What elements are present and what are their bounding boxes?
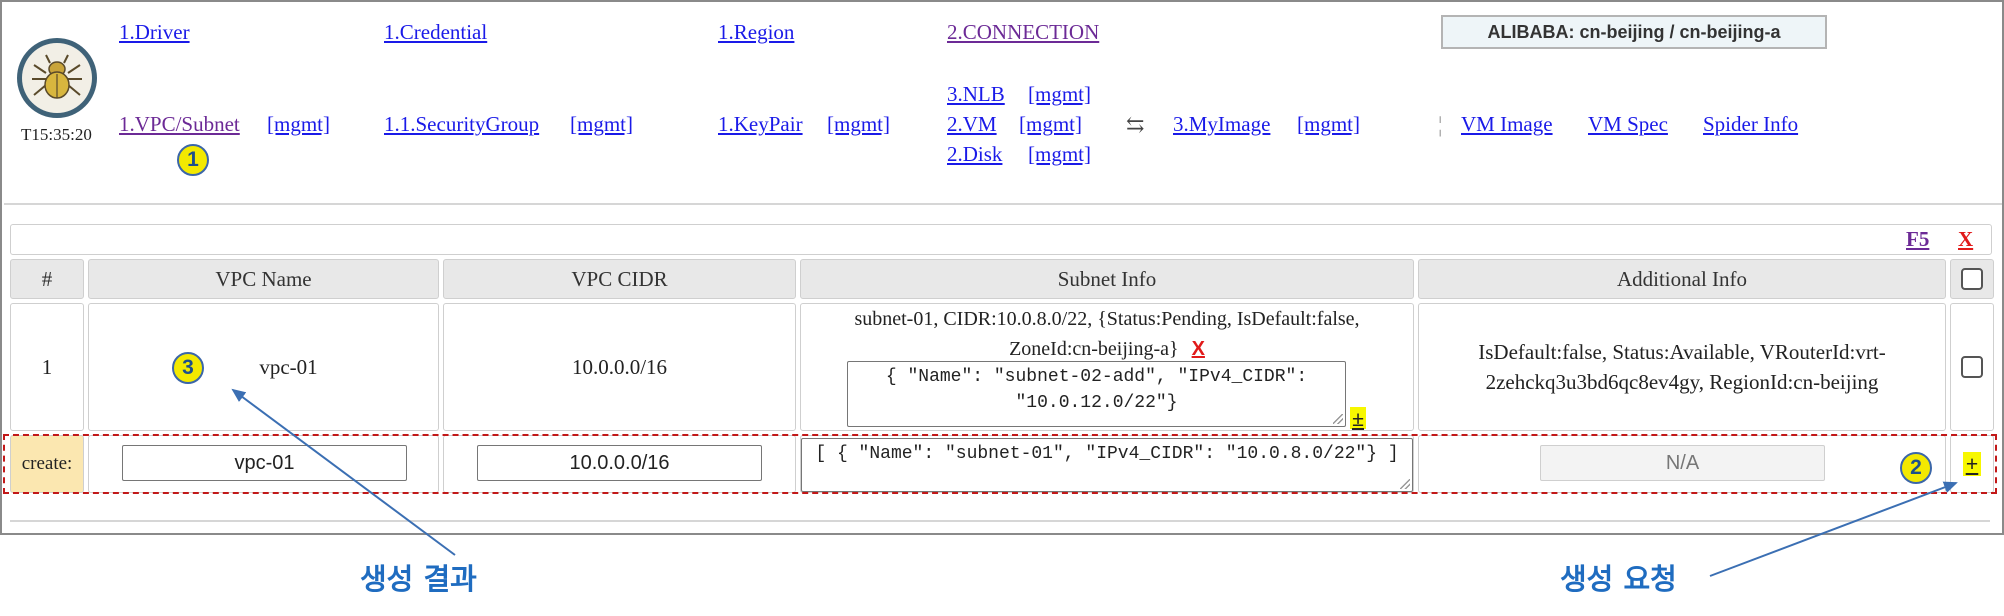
add-subnet-button[interactable]: ± bbox=[1350, 407, 1366, 431]
security-group-mgmt-link[interactable]: [mgmt] bbox=[570, 112, 633, 137]
myimage-mgmt-link[interactable]: [mgmt] bbox=[1297, 112, 1360, 137]
row-select-cell bbox=[1950, 303, 1994, 431]
vm-spec-link[interactable]: VM Spec bbox=[1588, 112, 1668, 137]
delete-subnet-button[interactable]: X bbox=[1192, 338, 1205, 360]
vpc-name-cell: vpc-01 bbox=[88, 303, 439, 431]
column-header-vpc-name: VPC Name bbox=[88, 259, 439, 299]
column-header-select bbox=[1950, 259, 1994, 299]
add-subnet-textarea-value: { "Name": "subnet-02-add", "IPv4_CIDR": … bbox=[885, 367, 1308, 413]
connection-link[interactable]: 2.CONNECTION bbox=[947, 20, 1099, 45]
annotation-marker-3: 3 bbox=[172, 352, 204, 384]
connection-badge: ALIBABA: cn-beijing / cn-beijing-a bbox=[1441, 15, 1827, 49]
driver-link[interactable]: 1.Driver bbox=[119, 20, 190, 45]
create-row-highlight bbox=[3, 434, 1997, 494]
column-header-index: # bbox=[10, 259, 84, 299]
keypair-mgmt-link[interactable]: [mgmt] bbox=[827, 112, 890, 137]
annotation-marker-1: 1 bbox=[177, 144, 209, 176]
vm-image-link[interactable]: VM Image bbox=[1461, 112, 1553, 137]
cb-spider-logo[interactable] bbox=[17, 38, 97, 118]
swap-arrows-icon: ⇆ bbox=[1126, 112, 1145, 137]
table-toolbar bbox=[10, 224, 1992, 255]
vpc-name-value: vpc-01 bbox=[259, 354, 318, 379]
vpc-cidr-cell: 10.0.0.0/16 bbox=[443, 303, 796, 431]
spider-icon bbox=[22, 43, 92, 113]
request-annotation: 생성 요청 bbox=[1560, 562, 1677, 596]
column-header-vpc-cidr: VPC CIDR bbox=[443, 259, 796, 299]
table-bottom-divider bbox=[10, 520, 1990, 522]
link-divider: ¦ bbox=[1438, 112, 1443, 137]
subnet-info-text: subnet-01, CIDR:10.0.8.0/22, {Status:Pen… bbox=[854, 308, 1360, 360]
row-checkbox[interactable] bbox=[1961, 356, 1983, 378]
disk-mgmt-link[interactable]: [mgmt] bbox=[1028, 142, 1091, 167]
additional-info-cell: IsDefault:false, Status:Available, VRout… bbox=[1418, 303, 1946, 431]
column-header-subnet-info: Subnet Info bbox=[800, 259, 1414, 299]
nlb-mgmt-link[interactable]: [mgmt] bbox=[1028, 82, 1091, 107]
subnet-info-cell: subnet-01, CIDR:10.0.8.0/22, {Status:Pen… bbox=[800, 303, 1414, 431]
vpc-mgmt-link[interactable]: [mgmt] bbox=[267, 112, 330, 137]
annotation-marker-2: 2 bbox=[1900, 452, 1932, 484]
security-group-link[interactable]: 1.1.SecurityGroup bbox=[384, 112, 539, 137]
spider-info-link[interactable]: Spider Info bbox=[1703, 112, 1798, 137]
clock-text: T15:35:20 bbox=[21, 125, 92, 144]
resize-grip-icon[interactable] bbox=[1333, 414, 1343, 424]
region-link[interactable]: 1.Region bbox=[718, 20, 794, 45]
result-annotation: 생성 결과 bbox=[360, 562, 477, 596]
refresh-button[interactable]: F5 bbox=[1906, 227, 1929, 252]
credential-link[interactable]: 1.Credential bbox=[384, 20, 487, 45]
vm-link[interactable]: 2.VM bbox=[947, 112, 997, 137]
myimage-link[interactable]: 3.MyImage bbox=[1173, 112, 1270, 137]
disk-link[interactable]: 2.Disk bbox=[947, 142, 1002, 167]
close-button[interactable]: X bbox=[1958, 227, 1973, 252]
cb-spider-admin-panel: T15:35:20 1.Driver 1.Credential 1.Region… bbox=[0, 0, 2004, 535]
add-subnet-textarea[interactable]: { "Name": "subnet-02-add", "IPv4_CIDR": … bbox=[847, 361, 1346, 427]
vm-mgmt-link[interactable]: [mgmt] bbox=[1019, 112, 1082, 137]
header-divider bbox=[4, 203, 2002, 205]
vpc-subnet-link[interactable]: 1.VPC/Subnet bbox=[119, 112, 240, 137]
keypair-link[interactable]: 1.KeyPair bbox=[718, 112, 803, 137]
column-header-additional-info: Additional Info bbox=[1418, 259, 1946, 299]
nlb-link[interactable]: 3.NLB bbox=[947, 82, 1005, 107]
select-all-checkbox[interactable] bbox=[1961, 268, 1983, 290]
row-index: 1 bbox=[10, 303, 84, 431]
